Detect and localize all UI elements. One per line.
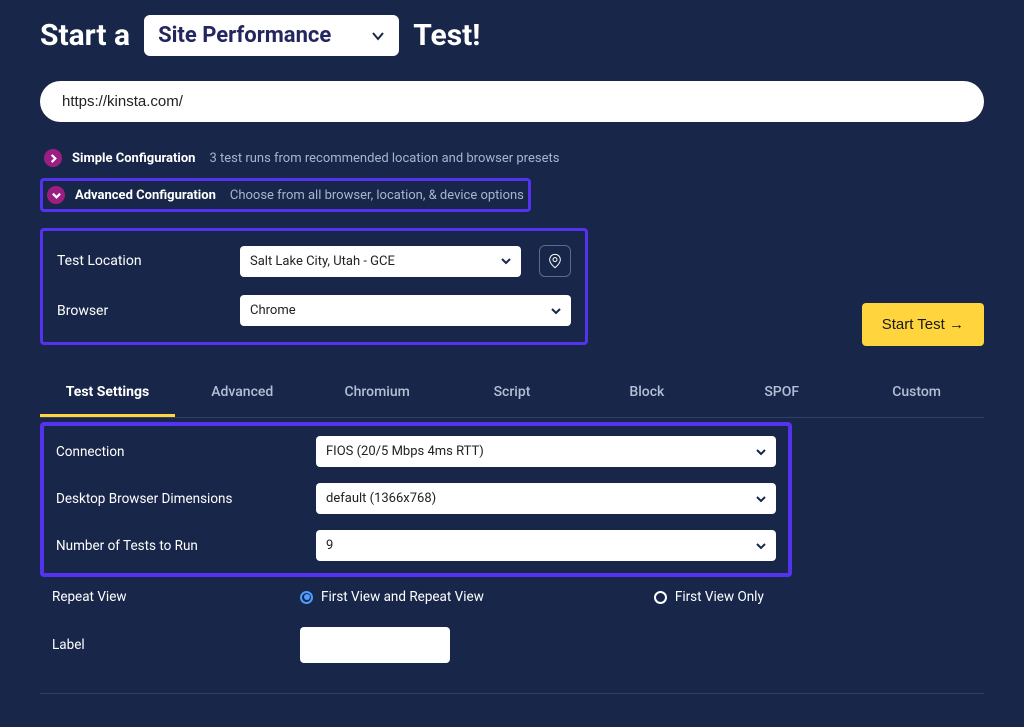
tab-script[interactable]: Script bbox=[445, 370, 580, 417]
num-tests-select[interactable]: 9 bbox=[316, 530, 776, 561]
chevron-down-icon bbox=[371, 29, 385, 43]
header-prefix: Start a bbox=[40, 18, 130, 53]
simple-config-row[interactable]: Simple Configuration 3 test runs from re… bbox=[40, 144, 984, 172]
chevron-down-icon bbox=[501, 256, 511, 266]
tab-custom[interactable]: Custom bbox=[849, 370, 984, 417]
repeat-view-label: Repeat View bbox=[40, 589, 300, 605]
dimensions-select[interactable]: default (1366x768) bbox=[316, 483, 776, 514]
map-pin-icon bbox=[547, 253, 563, 269]
divider bbox=[40, 693, 984, 694]
header-suffix: Test! bbox=[413, 18, 480, 53]
test-type-select[interactable]: Site Performance bbox=[144, 15, 399, 56]
advanced-config-title: Advanced Configuration bbox=[75, 188, 216, 203]
chevron-down-icon bbox=[756, 447, 766, 457]
browser-select[interactable]: Chrome bbox=[240, 295, 571, 326]
chevron-right-icon bbox=[44, 149, 62, 167]
url-input[interactable] bbox=[40, 81, 984, 122]
test-type-value: Site Performance bbox=[158, 23, 331, 48]
test-location-value: Salt Lake City, Utah - GCE bbox=[250, 254, 395, 269]
radio-icon bbox=[654, 591, 667, 604]
num-tests-value: 9 bbox=[326, 538, 333, 553]
tab-advanced[interactable]: Advanced bbox=[175, 370, 310, 417]
advanced-config-desc: Choose from all browser, location, & dev… bbox=[230, 188, 524, 203]
tab-test-settings[interactable]: Test Settings bbox=[40, 370, 175, 417]
chevron-down-icon bbox=[47, 186, 65, 204]
advanced-config-row[interactable]: Advanced Configuration Choose from all b… bbox=[40, 178, 531, 212]
tab-block[interactable]: Block bbox=[579, 370, 714, 417]
browser-value: Chrome bbox=[250, 303, 296, 318]
chevron-down-icon bbox=[551, 306, 561, 316]
repeat-option-first-only-label: First View Only bbox=[675, 589, 764, 605]
repeat-option-first-only[interactable]: First View Only bbox=[654, 589, 764, 605]
repeat-option-both[interactable]: First View and Repeat View bbox=[300, 589, 484, 605]
simple-config-title: Simple Configuration bbox=[72, 151, 195, 166]
num-tests-label: Number of Tests to Run bbox=[56, 538, 316, 554]
connection-select[interactable]: FIOS (20/5 Mbps 4ms RTT) bbox=[316, 436, 776, 467]
label-input[interactable] bbox=[300, 627, 450, 663]
repeat-option-both-label: First View and Repeat View bbox=[321, 589, 484, 605]
dimensions-label: Desktop Browser Dimensions bbox=[56, 491, 316, 507]
test-location-label: Test Location bbox=[57, 253, 222, 269]
repeat-view-row: Repeat View First View and Repeat View F… bbox=[40, 589, 984, 605]
dimensions-value: default (1366x768) bbox=[326, 491, 436, 506]
radio-icon bbox=[300, 591, 313, 604]
settings-tabs: Test Settings Advanced Chromium Script B… bbox=[40, 370, 984, 418]
label-field-label: Label bbox=[40, 637, 300, 653]
tab-spof[interactable]: SPOF bbox=[714, 370, 849, 417]
simple-config-desc: 3 test runs from recommended location an… bbox=[209, 151, 559, 166]
start-test-button[interactable]: Start Test → bbox=[862, 303, 984, 346]
test-location-select[interactable]: Salt Lake City, Utah - GCE bbox=[240, 246, 521, 277]
chevron-down-icon bbox=[756, 541, 766, 551]
connection-label: Connection bbox=[56, 444, 316, 460]
chevron-down-icon bbox=[756, 494, 766, 504]
browser-label: Browser bbox=[57, 303, 222, 319]
tab-chromium[interactable]: Chromium bbox=[310, 370, 445, 417]
map-pin-button[interactable] bbox=[539, 245, 571, 277]
label-row: Label bbox=[40, 627, 984, 663]
test-settings-panel: Connection FIOS (20/5 Mbps 4ms RTT) Desk… bbox=[40, 422, 792, 577]
connection-value: FIOS (20/5 Mbps 4ms RTT) bbox=[326, 444, 484, 459]
